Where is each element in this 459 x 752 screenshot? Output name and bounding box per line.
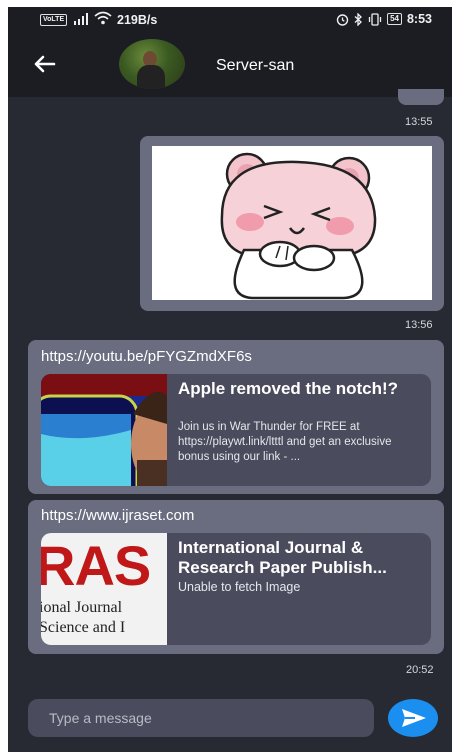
chat-title[interactable]: Server-san: [216, 57, 294, 75]
link-preview-card[interactable]: RAS ional Journal Science and I Internat…: [41, 533, 431, 645]
sticker-message[interactable]: [140, 136, 444, 311]
link-url[interactable]: https://www.ijraset.com: [41, 507, 194, 524]
hamster-sticker-icon: [220, 152, 377, 300]
back-arrow-icon[interactable]: [30, 49, 60, 79]
message-bubble-partial[interactable]: [398, 89, 444, 105]
phone-screen: VoLTE 219B/s 54 8:53 Server-san 13:55 13…: [8, 7, 452, 752]
thumbnail-caption-1: ional Journal: [41, 599, 123, 616]
message-timestamp: 20:52: [406, 664, 434, 676]
link-preview-title: Apple removed the notch!?: [178, 379, 399, 398]
message-timestamp: 13:55: [405, 116, 433, 128]
link-preview-description: Join us in War Thunder for FREE at https…: [178, 421, 392, 463]
wifi-icon: [94, 11, 112, 25]
network-speed: 219B/s: [117, 13, 158, 27]
video-thumbnail: [41, 374, 167, 486]
send-icon: [402, 709, 426, 727]
vibrate-icon: [368, 12, 382, 26]
app-bar: Server-san: [8, 33, 452, 97]
thumbnail-logo-text: RAS: [41, 534, 151, 597]
send-button[interactable]: [388, 699, 438, 737]
message-input[interactable]: [28, 699, 374, 737]
link-preview-title: International Journal & Research Paper P…: [178, 538, 387, 577]
bluetooth-icon: [354, 12, 363, 26]
clock: 8:53: [406, 12, 432, 26]
link-preview-card[interactable]: Apple removed the notch!? Join us in War…: [41, 374, 431, 486]
link-url[interactable]: https://youtu.be/pFYGZmdXF6s: [41, 348, 252, 365]
sticker-image: [152, 146, 432, 300]
site-thumbnail: RAS ional Journal Science and I: [41, 533, 167, 645]
thumbnail-caption-2: Science and I: [41, 619, 126, 636]
battery-icon: 54: [387, 13, 402, 25]
alarm-icon: [336, 13, 349, 26]
signal-icon: [74, 13, 88, 25]
link-preview-description: Unable to fetch Image: [178, 580, 301, 594]
message-timestamp: 13:56: [405, 319, 433, 331]
avatar[interactable]: [119, 39, 185, 89]
volte-badge: VoLTE: [40, 14, 68, 26]
status-bar: VoLTE 219B/s 54 8:53: [8, 7, 452, 33]
